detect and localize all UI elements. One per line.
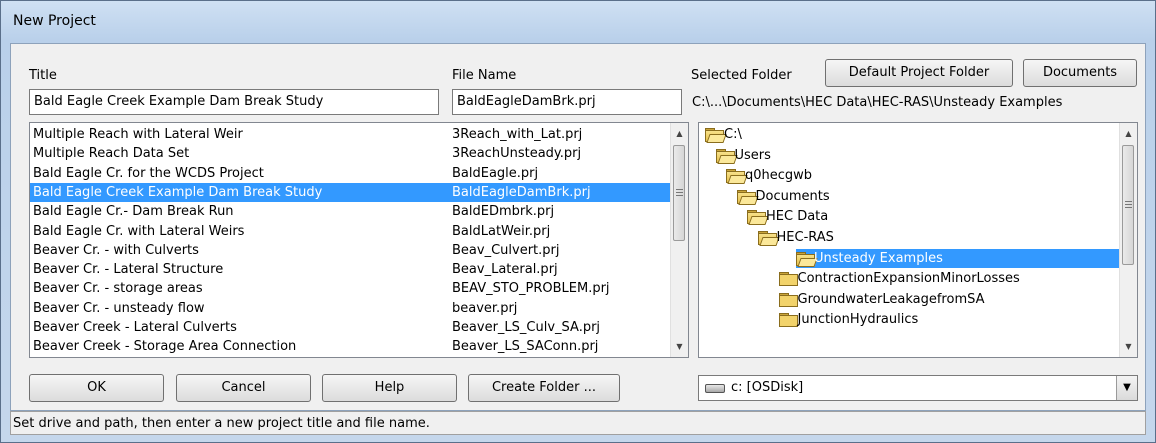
- folder-name: Documents: [755, 188, 830, 204]
- project-file-cell: BaldEagle.prj: [452, 165, 539, 181]
- project-file-cell: BaldEagleDamBrk.prj: [452, 184, 591, 200]
- project-list-scrollbar[interactable]: ▲ ▼: [670, 123, 688, 357]
- project-title-cell: Bald Eagle Cr.- Dam Break Run: [33, 204, 234, 220]
- dialog-body: Title File Name Selected Folder Default …: [10, 43, 1146, 411]
- tree-folder-item[interactable]: Documents: [699, 187, 1119, 206]
- list-item[interactable]: Multiple Reach with Lateral Weir 3Reach_w…: [30, 125, 671, 144]
- selected-folder-path: C:\...\Documents\HEC Data\HEC-RAS\Unstea…: [692, 95, 1063, 110]
- project-file-cell: Beav_Culvert.prj: [452, 242, 560, 258]
- new-project-dialog: New Project Title File Name Selected Fol…: [0, 0, 1156, 443]
- title-input[interactable]: Bald Eagle Creek Example Dam Break Study: [29, 89, 439, 115]
- default-project-folder-button[interactable]: Default Project Folder: [825, 59, 1013, 87]
- folder-tree[interactable]: JunctionHydraulics GroundwaterLeakagefrom…: [698, 122, 1138, 358]
- project-title-cell: Beaver Cr. - with Culverts: [33, 242, 199, 258]
- tree-folder-item[interactable]: HEC Data: [699, 207, 1119, 226]
- title-label: Title: [29, 68, 57, 83]
- project-title-cell: Beaver Creek - Storage Area Connection: [33, 339, 297, 355]
- project-list[interactable]: Beaver Creek - Storage Area Connection Be…: [29, 122, 689, 358]
- cancel-button[interactable]: Cancel: [176, 374, 311, 402]
- project-title-cell: Beaver Creek - Lateral Culverts: [33, 320, 237, 335]
- list-item[interactable]: Bald Eagle Creek Example Dam Break Study…: [30, 182, 671, 202]
- folder-name: ContractionExpansionMinorLosses: [797, 271, 1020, 287]
- tree-folder-item[interactable]: ContractionExpansionMinorLosses: [699, 269, 1119, 288]
- list-item[interactable]: Beaver Creek - Lateral Culverts Beaver_LS…: [30, 318, 671, 337]
- tree-folder-item[interactable]: GroundwaterLeakagefromSA: [699, 290, 1119, 309]
- folder-tree-scroll-thumb[interactable]: [1122, 145, 1134, 265]
- open-folder-icon: [705, 128, 727, 143]
- project-title-cell: Beaver Cr. - Lateral Structure: [33, 262, 224, 278]
- open-folder-icon: [726, 169, 748, 185]
- list-item[interactable]: Beaver Cr. - storage areas BEAV_STO_PROBL…: [30, 279, 671, 298]
- create-folder-button[interactable]: Create Folder ...: [468, 374, 620, 402]
- folder-name: HEC Data: [766, 209, 829, 225]
- project-file-cell: beaver.prj: [452, 300, 518, 316]
- drive-select-value: c: [OSDisk]: [731, 380, 804, 395]
- project-file-cell: Beaver_LS_Culv_SA.prj: [452, 320, 601, 335]
- folder-tree-scrollbar[interactable]: ▲ ▼: [1119, 123, 1137, 357]
- open-folder-icon: [736, 189, 759, 205]
- project-title-cell: Beaver Cr. - storage areas: [33, 281, 203, 297]
- tree-folder-item[interactable]: Users: [699, 146, 1119, 165]
- open-folder-icon: [796, 251, 818, 267]
- tree-folder-item[interactable]: C:\: [699, 125, 1119, 144]
- folder-name: Unsteady Examples: [814, 250, 943, 266]
- folder-name: C:\: [724, 127, 742, 142]
- status-bar: Set drive and path, then enter a new pro…: [10, 411, 1146, 435]
- project-file-cell: Beaver_LS_SAConn.prj: [452, 339, 599, 355]
- folder-icon: [778, 313, 798, 328]
- drive-select[interactable]: c: [OSDisk] ▼: [698, 375, 1138, 401]
- chevron-down-icon[interactable]: ▼: [1116, 376, 1137, 400]
- project-file-cell: BEAV_STO_PROBLEM.prj: [452, 281, 610, 297]
- project-file-cell: 3ReachUnsteady.prj: [452, 146, 582, 162]
- project-title-cell: Multiple Reach Data Set: [33, 146, 190, 162]
- scroll-down-arrow-icon[interactable]: ▼: [1120, 338, 1137, 355]
- documents-button[interactable]: Documents: [1023, 59, 1137, 87]
- tree-folder-item[interactable]: q0hecgwb: [699, 166, 1119, 185]
- scroll-up-arrow-icon[interactable]: ▲: [1120, 125, 1137, 142]
- list-item[interactable]: Beaver Cr. - unsteady flow beaver.prj: [30, 299, 671, 318]
- file-name-input[interactable]: BaldEagleDamBrk.prj: [452, 89, 682, 115]
- folder-name: q0hecgwb: [745, 168, 813, 184]
- project-list-scroll-thumb[interactable]: [673, 145, 685, 241]
- folder-name: Users: [734, 147, 771, 163]
- open-folder-icon: [747, 210, 769, 226]
- project-title-cell: Bald Eagle Cr. for the WCDS Project: [33, 165, 264, 181]
- folder-icon: [778, 272, 798, 287]
- file-name-label: File Name: [452, 68, 517, 83]
- open-folder-icon: [715, 148, 738, 164]
- project-title-cell: Bald Eagle Creek Example Dam Break Study: [33, 184, 323, 200]
- project-title-cell: Beaver Cr. - unsteady flow: [33, 300, 205, 316]
- ok-button[interactable]: OK: [29, 374, 164, 402]
- list-item[interactable]: Bald Eagle Cr.- Dam Break Run BaldEDmbrk.…: [30, 202, 671, 221]
- tree-folder-item[interactable]: JunctionHydraulics: [699, 310, 1119, 329]
- list-item[interactable]: Bald Eagle Cr. with Lateral Weirs BaldLat…: [30, 222, 671, 241]
- folder-name: GroundwaterLeakagefromSA: [797, 291, 985, 307]
- project-file-cell: BaldLatWeir.prj: [452, 223, 551, 239]
- list-item[interactable]: Beaver Cr. - with Culverts Beav_Culvert.p…: [30, 241, 671, 260]
- list-item[interactable]: Beaver Creek - Storage Area Connection Be…: [30, 337, 671, 356]
- project-file-cell: Beav_Lateral.prj: [452, 262, 558, 278]
- project-title-cell: Multiple Reach with Lateral Weir: [33, 127, 243, 142]
- project-title-cell: Bald Eagle Cr. with Lateral Weirs: [33, 223, 245, 239]
- status-text: Set drive and path, then enter a new pro…: [13, 416, 430, 431]
- folder-icon: [778, 292, 798, 307]
- tree-folder-item[interactable]: HEC-RAS: [699, 228, 1119, 247]
- list-item[interactable]: Beaver Cr. - Lateral Structure Beav_Later…: [30, 260, 671, 279]
- open-folder-icon: [757, 231, 780, 246]
- scroll-up-arrow-icon[interactable]: ▲: [671, 125, 688, 142]
- window-title: New Project: [13, 13, 96, 29]
- folder-name: HEC-RAS: [776, 230, 834, 245]
- list-item[interactable]: Multiple Reach Data Set 3ReachUnsteady.pr…: [30, 144, 671, 163]
- selected-folder-label: Selected Folder: [691, 68, 792, 83]
- project-file-cell: 3Reach_with_Lat.prj: [452, 127, 583, 142]
- help-button[interactable]: Help: [322, 374, 457, 402]
- tree-folder-item[interactable]: Unsteady Examples: [796, 248, 1120, 268]
- folder-name: JunctionHydraulics: [797, 312, 919, 328]
- hard-drive-icon: [705, 384, 725, 393]
- list-item[interactable]: Bald Eagle Cr. for the WCDS Project BaldE…: [30, 164, 671, 183]
- scroll-down-arrow-icon[interactable]: ▼: [671, 338, 688, 355]
- project-file-cell: BaldEDmbrk.prj: [452, 204, 555, 220]
- title-bar[interactable]: New Project: [1, 1, 1155, 43]
